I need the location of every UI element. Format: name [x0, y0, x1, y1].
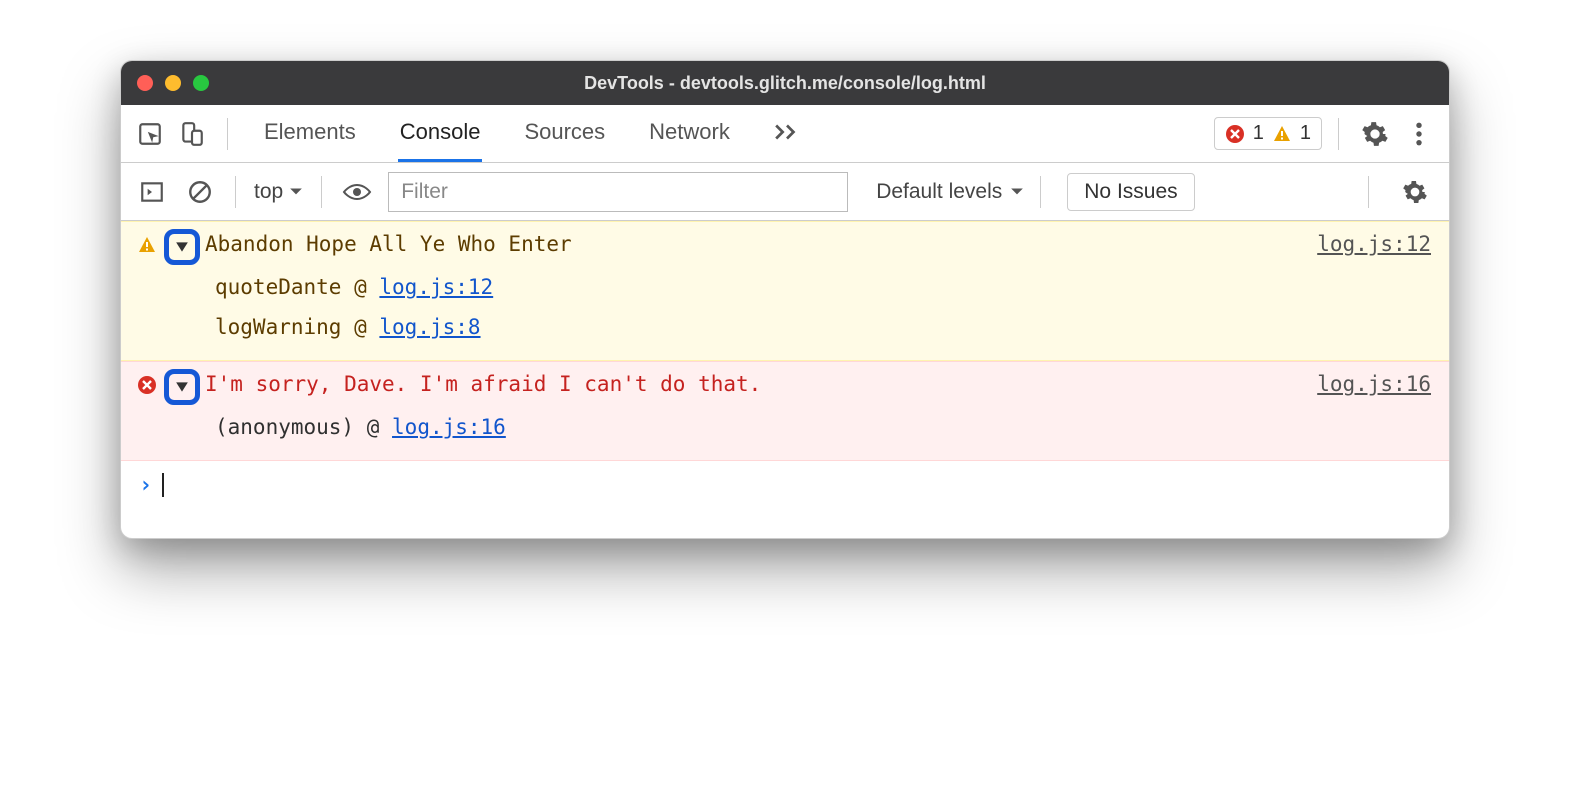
- device-toggle-icon[interactable]: [173, 115, 211, 153]
- highlight-ring: [164, 369, 200, 405]
- tab-network[interactable]: Network: [647, 105, 732, 162]
- window-title: DevTools - devtools.glitch.me/console/lo…: [121, 73, 1449, 94]
- inspect-element-icon[interactable]: [131, 115, 169, 153]
- context-label: top: [254, 180, 283, 204]
- toggle-sidebar-button[interactable]: [135, 175, 169, 209]
- stack-source-link[interactable]: log.js:12: [379, 275, 493, 299]
- stack-trace: quoteDante @ log.js:12 logWarning @ log.…: [121, 264, 1449, 360]
- stack-frame: quoteDante @ log.js:12: [215, 268, 1431, 308]
- stack-function: logWarning: [215, 315, 341, 339]
- source-link[interactable]: log.js:16: [1317, 372, 1431, 396]
- error-icon: [1225, 124, 1245, 144]
- console-message-error: I'm sorry, Dave. I'm afraid I can't do t…: [121, 361, 1449, 461]
- stack-trace: (anonymous) @ log.js:16: [121, 404, 1449, 460]
- warning-icon: [1272, 124, 1292, 144]
- prompt-caret-icon: ›: [139, 473, 152, 498]
- console-prompt[interactable]: ›: [121, 461, 1449, 538]
- close-window-button[interactable]: [137, 75, 153, 91]
- stack-frame: (anonymous) @ log.js:16: [215, 408, 1431, 448]
- gear-icon: [1361, 120, 1389, 148]
- devtools-window: DevTools - devtools.glitch.me/console/lo…: [120, 60, 1450, 539]
- stack-source-link[interactable]: log.js:16: [392, 415, 506, 439]
- issues-label: No Issues: [1084, 180, 1177, 203]
- tab-console[interactable]: Console: [398, 105, 483, 162]
- divider: [1338, 118, 1339, 150]
- minimize-window-button[interactable]: [165, 75, 181, 91]
- execution-context-select[interactable]: top: [254, 180, 303, 204]
- stack-function: (anonymous): [215, 415, 354, 439]
- settings-button[interactable]: [1355, 120, 1395, 148]
- issues-button[interactable]: No Issues: [1067, 173, 1194, 211]
- error-icon: [137, 375, 159, 395]
- eye-icon: [342, 182, 372, 202]
- tab-overflow[interactable]: [772, 105, 802, 162]
- log-levels-select[interactable]: Default levels: [876, 180, 1024, 204]
- filter-input[interactable]: [388, 172, 848, 212]
- divider: [1040, 176, 1041, 208]
- panel-tabs: Elements Console Sources Network: [262, 105, 802, 162]
- kebab-icon: [1415, 121, 1423, 147]
- chevron-double-right-icon: [774, 123, 800, 141]
- stack-function: quoteDante: [215, 275, 341, 299]
- warning-count: 1: [1300, 122, 1311, 145]
- chevron-down-icon: [1010, 187, 1024, 197]
- stack-frame: logWarning @ log.js:8: [215, 308, 1431, 348]
- tab-sources[interactable]: Sources: [522, 105, 607, 162]
- error-count: 1: [1253, 122, 1264, 145]
- titlebar: DevTools - devtools.glitch.me/console/lo…: [121, 61, 1449, 105]
- expand-toggle[interactable]: [167, 232, 197, 262]
- zoom-window-button[interactable]: [193, 75, 209, 91]
- divider: [321, 176, 322, 208]
- live-expression-button[interactable]: [340, 175, 374, 209]
- sidebar-icon: [139, 179, 165, 205]
- divider: [1368, 176, 1369, 208]
- console-message-warning: Abandon Hope All Ye Who Enter log.js:12 …: [121, 221, 1449, 361]
- text-cursor: [162, 473, 164, 497]
- highlight-ring: [164, 229, 200, 265]
- more-menu-button[interactable]: [1399, 121, 1439, 147]
- message-text: I'm sorry, Dave. I'm afraid I can't do t…: [205, 372, 1309, 396]
- chevron-down-icon: [289, 187, 303, 197]
- main-tabstrip: Elements Console Sources Network 1 1: [121, 105, 1449, 163]
- levels-label: Default levels: [876, 180, 1002, 204]
- tab-elements[interactable]: Elements: [262, 105, 358, 162]
- error-warning-badge[interactable]: 1 1: [1214, 117, 1322, 150]
- console-output: Abandon Hope All Ye Who Enter log.js:12 …: [121, 221, 1449, 538]
- stack-source-link[interactable]: log.js:8: [379, 315, 480, 339]
- expand-toggle[interactable]: [167, 372, 197, 402]
- console-settings-button[interactable]: [1395, 179, 1435, 205]
- source-link[interactable]: log.js:12: [1317, 232, 1431, 256]
- warning-icon: [137, 235, 159, 255]
- clear-console-button[interactable]: [183, 175, 217, 209]
- window-controls: [137, 75, 209, 91]
- console-toolbar: top Default levels No Issues: [121, 163, 1449, 221]
- divider: [227, 118, 228, 150]
- divider: [235, 176, 236, 208]
- ban-icon: [187, 179, 213, 205]
- gear-icon: [1402, 179, 1428, 205]
- message-text: Abandon Hope All Ye Who Enter: [205, 232, 1309, 256]
